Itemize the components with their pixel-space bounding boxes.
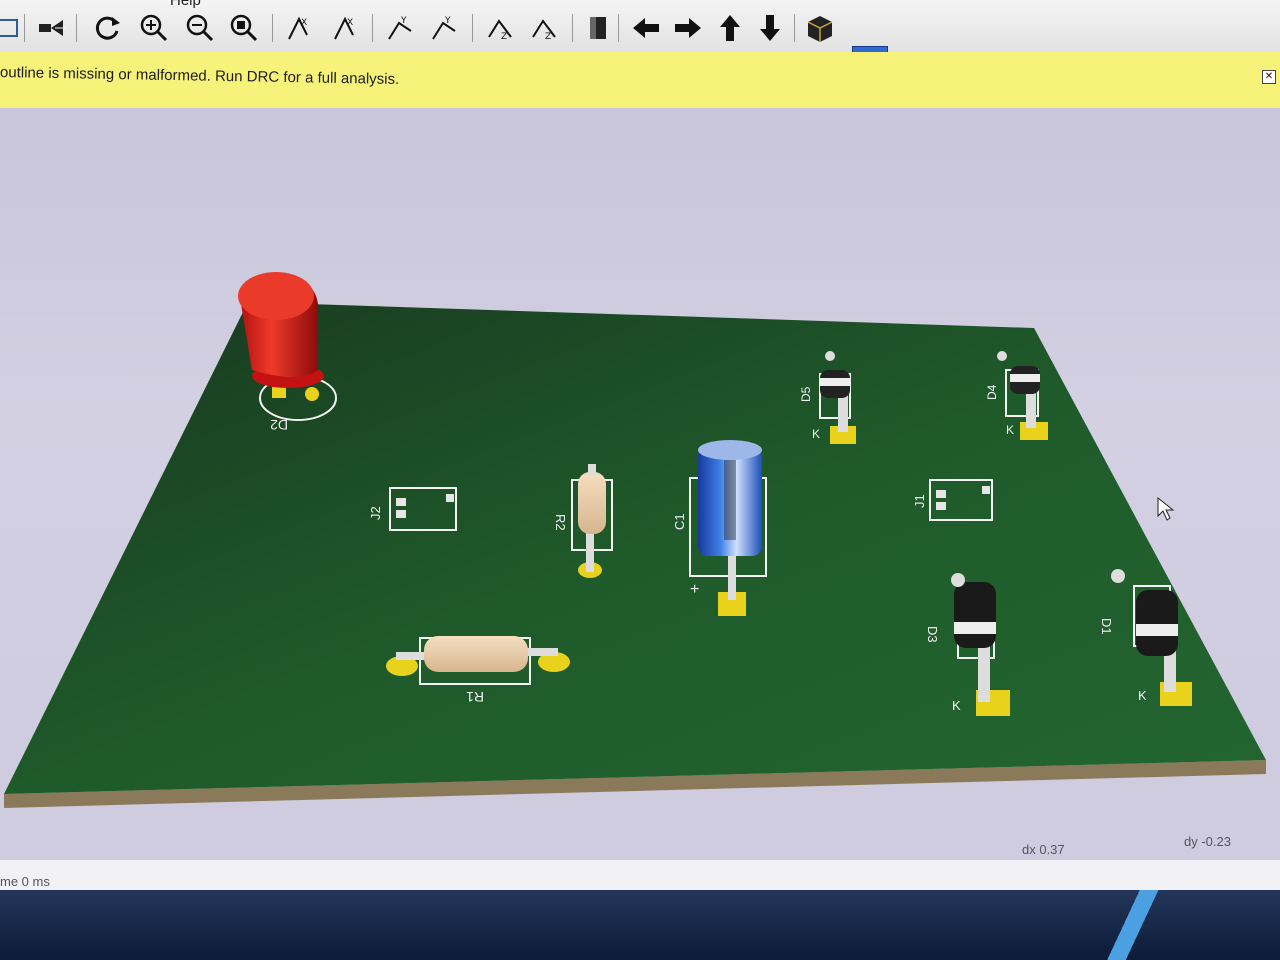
c1-plus-label: + <box>690 581 699 598</box>
taskbar <box>0 890 1280 960</box>
taskbar-highlight <box>1070 890 1270 960</box>
svg-text:Z: Z <box>545 32 551 42</box>
svg-text:Z: Z <box>501 32 507 42</box>
zoom-fit-button[interactable] <box>228 12 260 44</box>
dx-readout: dx 0.37 <box>1022 842 1065 857</box>
dy-readout: dy -0.23 <box>1184 834 1231 849</box>
rotate-x-ccw-button[interactable]: X <box>330 12 362 44</box>
r1-label: R1 <box>466 689 484 705</box>
c1-label: C1 <box>672 513 687 530</box>
rotate-y-cw-button[interactable]: Y <box>384 12 416 44</box>
zoom-out-button[interactable] <box>184 12 216 44</box>
d3-k-label: K <box>952 698 961 713</box>
toolbar: Help X X Y Y Z Z <box>0 0 1280 84</box>
rotate-z-cw-button[interactable]: Z <box>484 12 516 44</box>
zoom-in-button[interactable] <box>138 12 170 44</box>
close-icon[interactable]: ✕ <box>1262 70 1276 84</box>
svg-text:X: X <box>301 18 307 28</box>
reload-icon <box>95 16 120 40</box>
rotate-x-cw-button[interactable]: X <box>284 12 316 44</box>
svg-text:Y: Y <box>444 16 451 26</box>
toolbar-separator <box>272 14 273 42</box>
d3-label: D3 <box>925 626 940 643</box>
toolbar-separator <box>572 14 573 42</box>
reload-button[interactable] <box>92 12 124 44</box>
mouse-pointer-icon <box>1157 496 1175 521</box>
pcb-board <box>4 302 1266 794</box>
rotate-z-cw-icon: Z <box>488 19 512 42</box>
toolbar-separator <box>372 14 373 42</box>
zoom-in-icon <box>140 14 168 42</box>
rotate-z-ccw-button[interactable]: Z <box>528 12 560 44</box>
rotate-x-cw-icon: X <box>288 16 308 40</box>
rotate-y-cw-icon: Y <box>388 16 412 40</box>
d5-label: D5 <box>799 386 813 402</box>
zoom-out-icon <box>186 14 214 42</box>
flip-board-icon <box>590 17 606 39</box>
rotate-y-ccw-button[interactable]: Y <box>428 12 460 44</box>
j2-label: J2 <box>368 506 383 520</box>
d1-k-label: K <box>1138 688 1147 703</box>
pan-up-button[interactable] <box>714 12 746 44</box>
pan-right-icon <box>675 18 701 38</box>
svg-text:Y: Y <box>400 16 407 26</box>
pan-right-button[interactable] <box>672 12 704 44</box>
frame-icon <box>0 19 18 37</box>
svg-text:X: X <box>347 18 353 28</box>
orthographic-icon <box>807 16 833 42</box>
render-time: me 0 ms <box>0 874 50 889</box>
board-render: D2 J2 R2 C1 + D5 K D4 K J1 R1 D3 K D1 K <box>4 272 1266 808</box>
rotate-x-ccw-icon: X <box>334 16 354 40</box>
d4-label: D4 <box>985 384 999 400</box>
rotate-z-ccw-icon: Z <box>532 19 556 42</box>
3d-viewport[interactable]: D2 J2 R2 C1 + D5 K D4 K J1 R1 D3 K D1 K <box>0 108 1280 860</box>
pan-down-button[interactable] <box>754 12 786 44</box>
orthographic-button[interactable] <box>804 12 836 44</box>
toolbar-separator <box>24 14 25 42</box>
pan-left-icon <box>633 18 659 38</box>
camera-button[interactable] <box>36 12 68 44</box>
warning-message: outline is missing or malformed. Run DRC… <box>0 64 400 88</box>
frame-button[interactable] <box>0 12 24 44</box>
camera-icon <box>39 20 65 36</box>
toolbar-separator <box>794 14 795 42</box>
r2-label: R2 <box>553 514 568 531</box>
toolbar-separator <box>472 14 473 42</box>
toolbar-separator <box>618 14 619 42</box>
flip-board-button[interactable] <box>582 12 614 44</box>
pan-up-icon <box>720 15 740 41</box>
statusbar: me 0 ms dx 0.37 dy -0.23 <box>0 834 1280 890</box>
j1-label: J1 <box>912 494 927 508</box>
pan-down-icon <box>760 15 780 41</box>
d4-k-label: K <box>1006 423 1014 437</box>
rotate-y-ccw-icon: Y <box>432 16 456 40</box>
toolbar-separator <box>76 14 77 42</box>
warning-infobar: outline is missing or malformed. Run DRC… <box>0 52 1280 109</box>
zoom-fit-icon <box>230 14 258 42</box>
d2-label: D2 <box>270 417 288 433</box>
menu-help[interactable]: Help <box>170 0 201 9</box>
d1-label: D1 <box>1099 618 1114 635</box>
d5-k-label: K <box>812 427 820 441</box>
pan-left-button[interactable] <box>630 12 662 44</box>
